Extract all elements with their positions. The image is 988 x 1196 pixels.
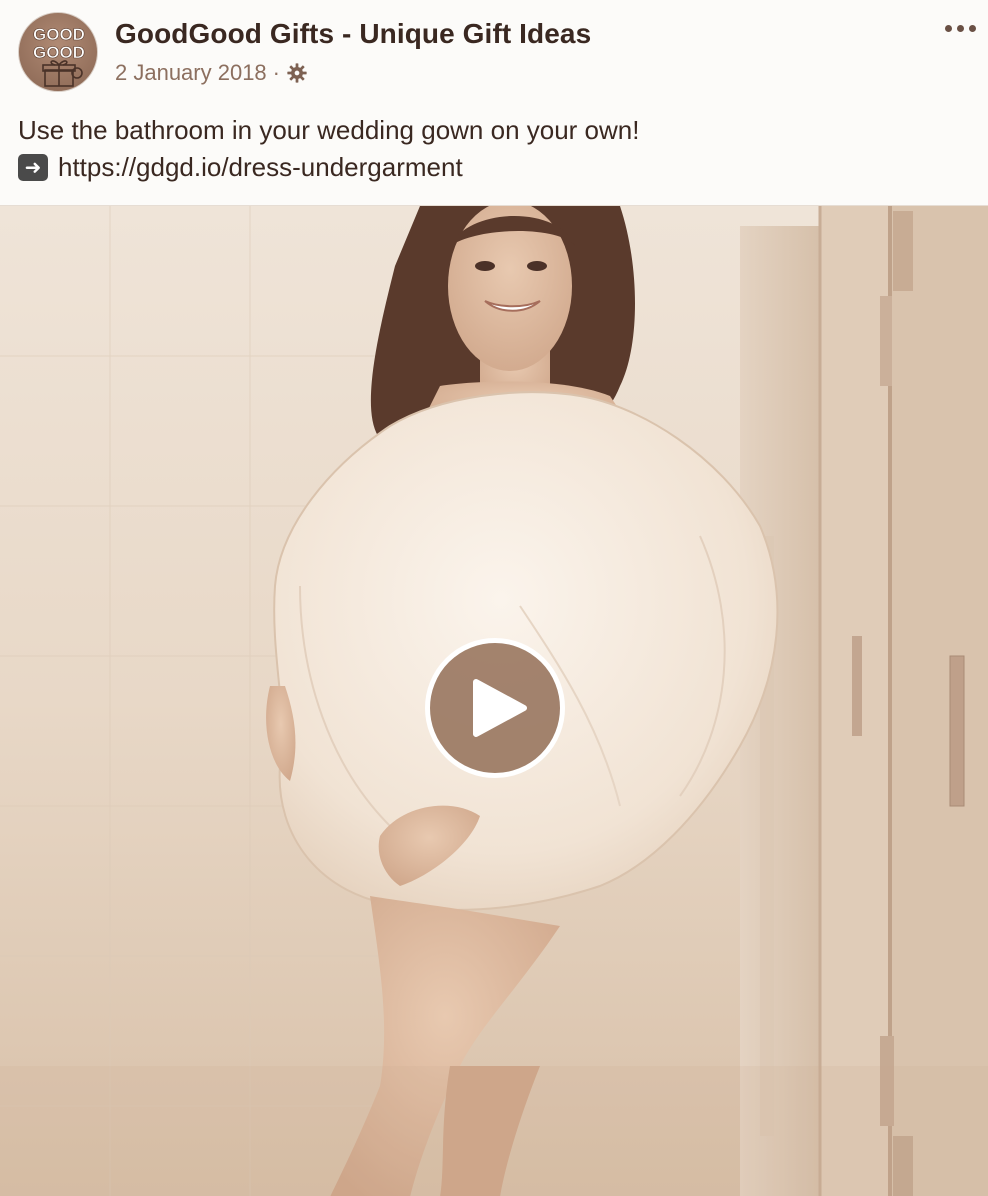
play-button[interactable] — [425, 638, 565, 778]
caption-text: Use the bathroom in your wedding gown on… — [18, 115, 640, 145]
post-header: GOOD GOOD GoodGood Gifts - Unique Gift I… — [0, 0, 988, 100]
play-icon — [473, 679, 527, 737]
gift-box-icon — [42, 60, 83, 87]
page-avatar[interactable]: GOOD GOOD — [18, 12, 98, 92]
caption-link[interactable]: https://gdgd.io/dress-undergarment — [58, 149, 463, 186]
facebook-post: GOOD GOOD GoodGood Gifts - Unique Gift I… — [0, 0, 988, 1196]
svg-text:GOOD: GOOD — [33, 43, 85, 62]
gear-icon[interactable] — [286, 62, 308, 84]
goodgood-logo: GOOD GOOD — [33, 25, 85, 87]
meta-separator: · — [272, 60, 280, 85]
video-player[interactable] — [0, 205, 988, 1196]
svg-text:GOOD: GOOD — [33, 25, 85, 44]
caption-link-line: ➜ https://gdgd.io/dress-undergarment — [18, 149, 968, 186]
post-date[interactable]: 2 January 2018 — [115, 60, 267, 86]
right-arrow-emoji-icon: ➜ — [18, 154, 48, 181]
post-caption: Use the bathroom in your wedding gown on… — [18, 112, 968, 186]
page-name-link[interactable]: GoodGood Gifts - Unique Gift Ideas — [115, 18, 591, 50]
more-options-icon[interactable] — [940, 14, 980, 42]
post-meta: 2 January 2018 · — [115, 60, 308, 86]
